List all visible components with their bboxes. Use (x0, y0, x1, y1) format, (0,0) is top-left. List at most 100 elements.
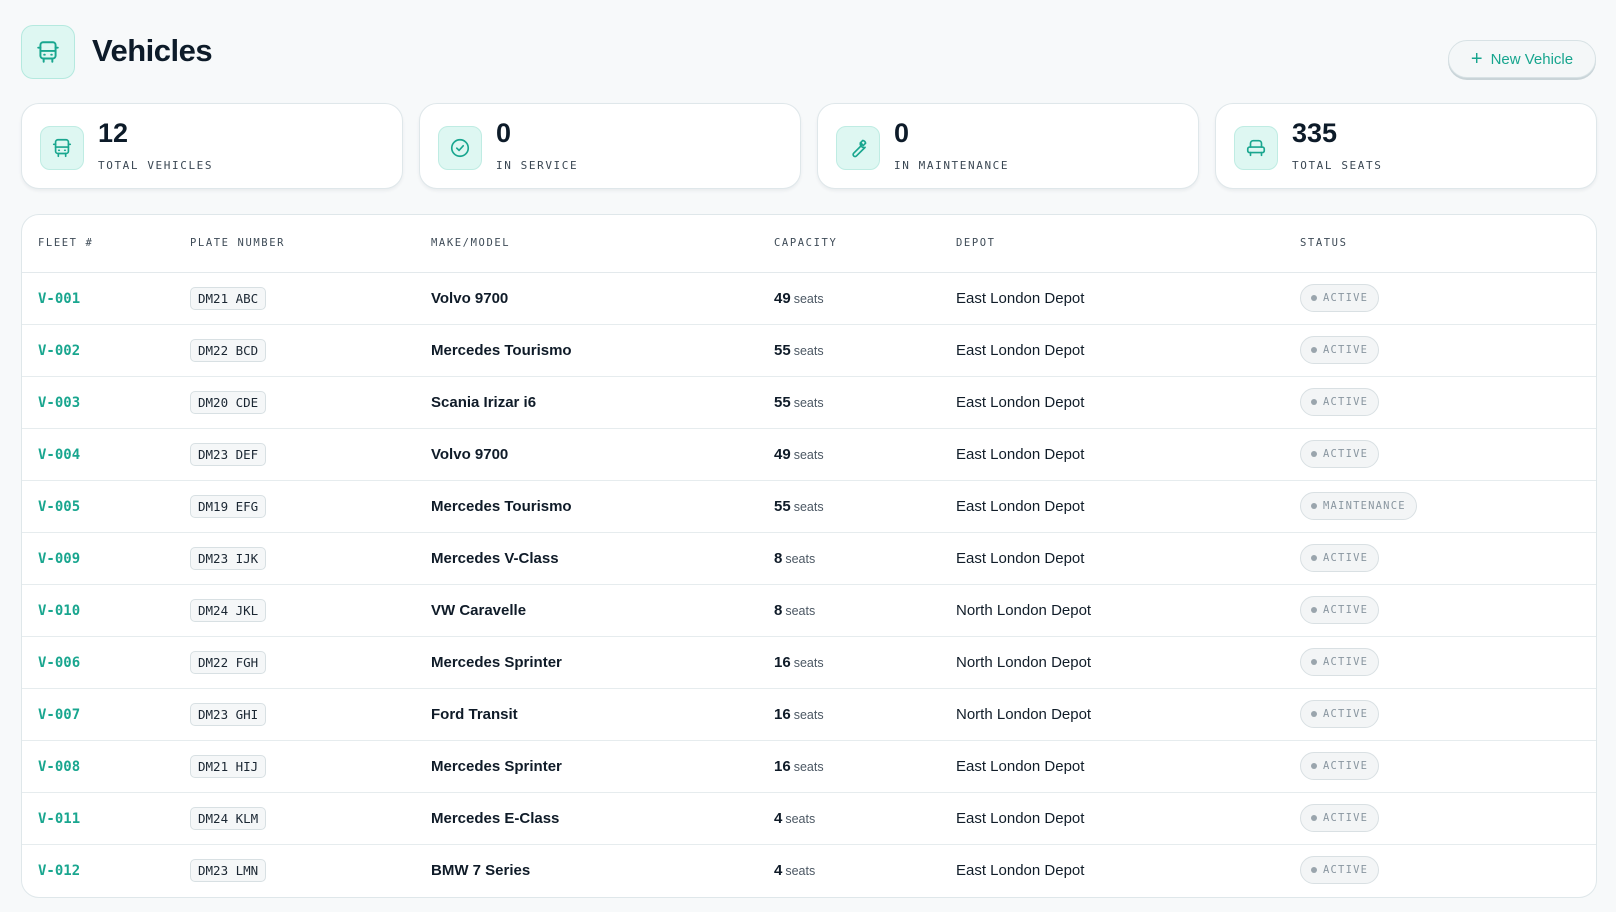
capacity-value: 16 (774, 653, 791, 671)
column-header-depot[interactable]: DEPOT (956, 215, 1300, 273)
plate-number: DM23 LMN (190, 858, 267, 882)
fleet-number-link[interactable]: V-009 (38, 551, 80, 567)
stat-card-in-maintenance: 0 IN MAINTENANCE (817, 103, 1199, 189)
fleet-number-link[interactable]: V-008 (38, 759, 80, 775)
plate-number: DM19 EFG (190, 494, 267, 518)
capacity-value: 8 (774, 549, 783, 567)
status-label: ACTIVE (1323, 708, 1369, 720)
table-body: V-001 DM21 ABC Volvo 9700 49 seats East L… (22, 272, 1596, 896)
table-row[interactable]: V-011 DM24 KLM Mercedes E-Class 4 seats E… (22, 792, 1596, 845)
capacity-unit: seats (793, 447, 824, 462)
fleet-number-link[interactable]: V-003 (38, 395, 80, 411)
column-header-plate[interactable]: PLATE NUMBER (190, 215, 431, 273)
fleet-number-link[interactable]: V-011 (38, 811, 80, 827)
stat-card-total-vehicles: 12 TOTAL VEHICLES (21, 103, 403, 189)
status-label: ACTIVE (1323, 396, 1369, 408)
make-model: Mercedes V-Class (431, 549, 559, 567)
column-header-fleet[interactable]: FLEET # (22, 215, 190, 273)
status-dot-icon (1311, 815, 1317, 821)
status-badge: ACTIVE (1300, 284, 1380, 312)
column-header-model[interactable]: MAKE/MODEL (431, 215, 774, 273)
page-header: Vehicles + New Vehicle (21, 25, 1596, 81)
depot: East London Depot (956, 497, 1085, 515)
status-badge: ACTIVE (1300, 752, 1380, 780)
make-model: Volvo 9700 (431, 445, 509, 463)
capacity-value: 16 (774, 705, 791, 723)
status-label: ACTIVE (1323, 292, 1369, 304)
plate-number: DM23 GHI (190, 702, 267, 726)
status-badge: MAINTENANCE (1300, 492, 1417, 520)
status-label: ACTIVE (1323, 760, 1369, 772)
capacity-unit: seats (785, 863, 816, 878)
table-row[interactable]: V-007 DM23 GHI Ford Transit 16 seats Nort… (22, 688, 1596, 741)
table-row[interactable]: V-008 DM21 HIJ Mercedes Sprinter 16 seats… (22, 740, 1596, 793)
table-row[interactable]: V-012 DM23 LMN BMW 7 Series 4 seats East … (22, 844, 1596, 896)
status-badge: ACTIVE (1300, 336, 1380, 364)
fleet-number-link[interactable]: V-007 (38, 707, 80, 723)
seat-icon (1234, 126, 1278, 170)
capacity-value: 49 (774, 445, 791, 463)
fleet-number-link[interactable]: V-006 (38, 655, 80, 671)
make-model: Mercedes Tourismo (431, 497, 572, 515)
table-row[interactable]: V-006 DM22 FGH Mercedes Sprinter 16 seats… (22, 636, 1596, 689)
capacity-value: 4 (774, 861, 783, 879)
stat-card-in-service: 0 IN SERVICE (419, 103, 801, 189)
table-row[interactable]: V-001 DM21 ABC Volvo 9700 49 seats East L… (22, 272, 1596, 325)
table-row[interactable]: V-003 DM20 CDE Scania Irizar i6 55 seats … (22, 376, 1596, 429)
plate-number: DM21 ABC (190, 286, 267, 310)
status-badge: ACTIVE (1300, 804, 1380, 832)
depot: North London Depot (956, 653, 1092, 671)
depot: East London Depot (956, 549, 1085, 567)
capacity-unit: seats (793, 395, 824, 410)
stat-label: IN MAINTENANCE (894, 159, 1010, 172)
make-model: BMW 7 Series (431, 861, 531, 879)
depot: East London Depot (956, 289, 1085, 307)
make-model: Scania Irizar i6 (431, 393, 537, 411)
plate-number: DM24 KLM (190, 806, 267, 830)
capacity-value: 4 (774, 809, 783, 827)
table-row[interactable]: V-010 DM24 JKL VW Caravelle 8 seats North… (22, 584, 1596, 637)
table-row[interactable]: V-004 DM23 DEF Volvo 9700 49 seats East L… (22, 428, 1596, 481)
status-badge: ACTIVE (1300, 856, 1380, 885)
stat-value: 0 (496, 118, 512, 148)
plate-number: DM24 JKL (190, 598, 267, 622)
new-vehicle-button[interactable]: + New Vehicle (1448, 40, 1596, 78)
table-row[interactable]: V-005 DM19 EFG Mercedes Tourismo 55 seats… (22, 480, 1596, 533)
capacity-value: 16 (774, 757, 791, 775)
status-dot-icon (1311, 763, 1317, 769)
status-label: ACTIVE (1323, 864, 1369, 877)
depot: North London Depot (956, 601, 1092, 619)
status-badge: ACTIVE (1300, 440, 1380, 468)
status-label: ACTIVE (1323, 656, 1369, 668)
stat-label: TOTAL SEATS (1292, 159, 1383, 172)
fleet-number-link[interactable]: V-001 (38, 291, 80, 307)
make-model: Ford Transit (431, 705, 518, 723)
depot: East London Depot (956, 445, 1085, 463)
status-dot-icon (1311, 711, 1317, 717)
fleet-number-link[interactable]: V-010 (38, 603, 80, 619)
stat-value: 0 (894, 118, 910, 148)
capacity-unit: seats (785, 551, 816, 566)
column-header-status[interactable]: STATUS (1300, 215, 1596, 273)
column-header-capacity[interactable]: CAPACITY (774, 215, 956, 273)
status-dot-icon (1311, 555, 1317, 561)
table-row[interactable]: V-002 DM22 BCD Mercedes Tourismo 55 seats… (22, 324, 1596, 377)
status-badge: ACTIVE (1300, 648, 1380, 676)
make-model: Mercedes Sprinter (431, 757, 562, 775)
status-dot-icon (1311, 659, 1317, 665)
fleet-number-link[interactable]: V-002 (38, 343, 80, 359)
plate-number: DM21 HIJ (190, 754, 267, 778)
check-circle-icon (438, 126, 482, 170)
capacity-value: 49 (774, 289, 791, 307)
capacity-unit: seats (793, 291, 824, 306)
status-label: MAINTENANCE (1323, 500, 1406, 512)
status-dot-icon (1311, 399, 1317, 405)
fleet-number-link[interactable]: V-004 (38, 447, 80, 463)
status-dot-icon (1311, 347, 1317, 353)
table-row[interactable]: V-009 DM23 IJK Mercedes V-Class 8 seats E… (22, 532, 1596, 585)
status-badge: ACTIVE (1300, 388, 1380, 416)
fleet-number-link[interactable]: V-005 (38, 499, 80, 515)
plus-icon: + (1470, 48, 1483, 70)
fleet-number-link[interactable]: V-012 (38, 863, 80, 879)
page-title: Vehicles (92, 33, 213, 68)
